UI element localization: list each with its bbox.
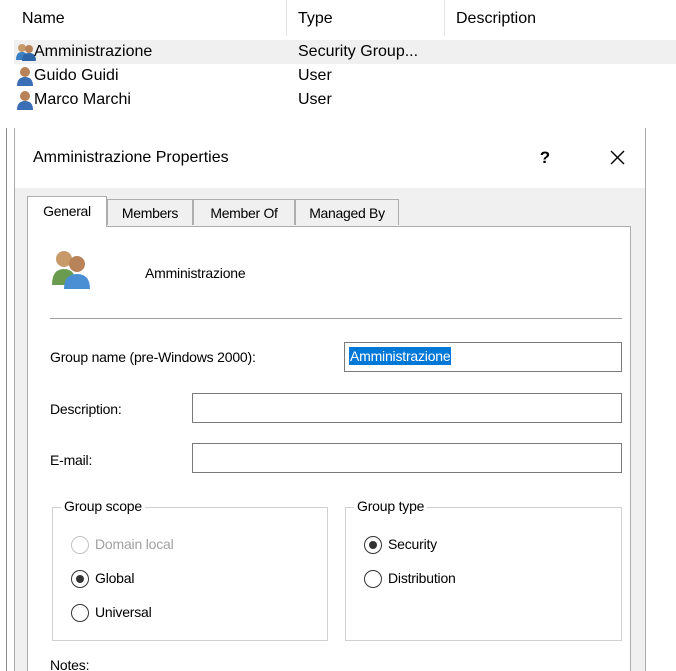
row-type: User bbox=[298, 67, 332, 84]
radio-distribution[interactable]: Distribution bbox=[364, 568, 524, 588]
group-name-label: Group name (pre-Windows 2000): bbox=[50, 349, 256, 365]
list-row-guido-guidi[interactable]: Guido Guidi User bbox=[14, 64, 676, 88]
tab-general[interactable]: General bbox=[27, 196, 107, 227]
radio-global[interactable]: Global bbox=[71, 568, 231, 588]
row-name: Amministrazione bbox=[34, 43, 153, 60]
row-name: Guido Guidi bbox=[34, 67, 119, 84]
close-button[interactable] bbox=[597, 140, 637, 176]
general-tab-panel: Amministrazione Group name (pre-Windows … bbox=[27, 226, 631, 671]
dialog-titlebar[interactable]: Amministrazione Properties ? bbox=[15, 128, 645, 188]
dialog-title: Amministrazione Properties bbox=[33, 149, 229, 166]
group-type-box: Group type Security Distribution bbox=[345, 498, 622, 641]
tab-members[interactable]: Members bbox=[107, 199, 193, 225]
tab-managed-by[interactable]: Managed By bbox=[295, 199, 399, 225]
column-header-name[interactable]: Name bbox=[22, 10, 65, 28]
group-display-name: Amministrazione bbox=[145, 265, 246, 281]
list-row-marco-marchi[interactable]: Marco Marchi User bbox=[14, 88, 676, 112]
close-icon bbox=[610, 150, 625, 165]
list-border bbox=[6, 128, 7, 671]
user-icon bbox=[17, 91, 33, 110]
user-icon bbox=[17, 67, 33, 86]
group-icon bbox=[52, 251, 90, 289]
row-type: Security Group... bbox=[298, 43, 419, 60]
radio-universal[interactable]: Universal bbox=[71, 602, 231, 622]
email-label: E-mail: bbox=[50, 452, 93, 468]
description-label: Description: bbox=[50, 401, 122, 417]
notes-label: Notes: bbox=[50, 657, 90, 671]
divider bbox=[50, 318, 622, 319]
list-header: Name Type Description bbox=[0, 0, 676, 38]
row-name: Marco Marchi bbox=[34, 91, 131, 108]
group-name-value: Amministrazione bbox=[349, 347, 452, 365]
email-input[interactable] bbox=[192, 443, 622, 473]
column-separator[interactable] bbox=[286, 0, 287, 36]
help-button[interactable]: ? bbox=[527, 142, 563, 174]
radio-domain-local[interactable]: Domain local bbox=[71, 534, 231, 554]
group-type-legend: Group type bbox=[354, 498, 428, 514]
group-scope-box: Group scope Domain local Global Universa… bbox=[52, 498, 328, 641]
group-name-input[interactable]: Amministrazione bbox=[344, 342, 622, 372]
column-header-type[interactable]: Type bbox=[298, 10, 333, 28]
group-scope-legend: Group scope bbox=[61, 498, 145, 514]
tab-member-of[interactable]: Member Of bbox=[193, 199, 295, 225]
list-row-amministrazione[interactable]: Amministrazione Security Group... bbox=[14, 40, 676, 64]
description-input[interactable] bbox=[192, 393, 622, 423]
radio-security[interactable]: Security bbox=[364, 534, 524, 554]
row-type: User bbox=[298, 91, 332, 108]
properties-dialog: Amministrazione Properties ? General Mem… bbox=[14, 128, 646, 671]
group-icon bbox=[16, 44, 36, 61]
column-header-description[interactable]: Description bbox=[456, 10, 536, 28]
column-separator[interactable] bbox=[444, 0, 445, 36]
